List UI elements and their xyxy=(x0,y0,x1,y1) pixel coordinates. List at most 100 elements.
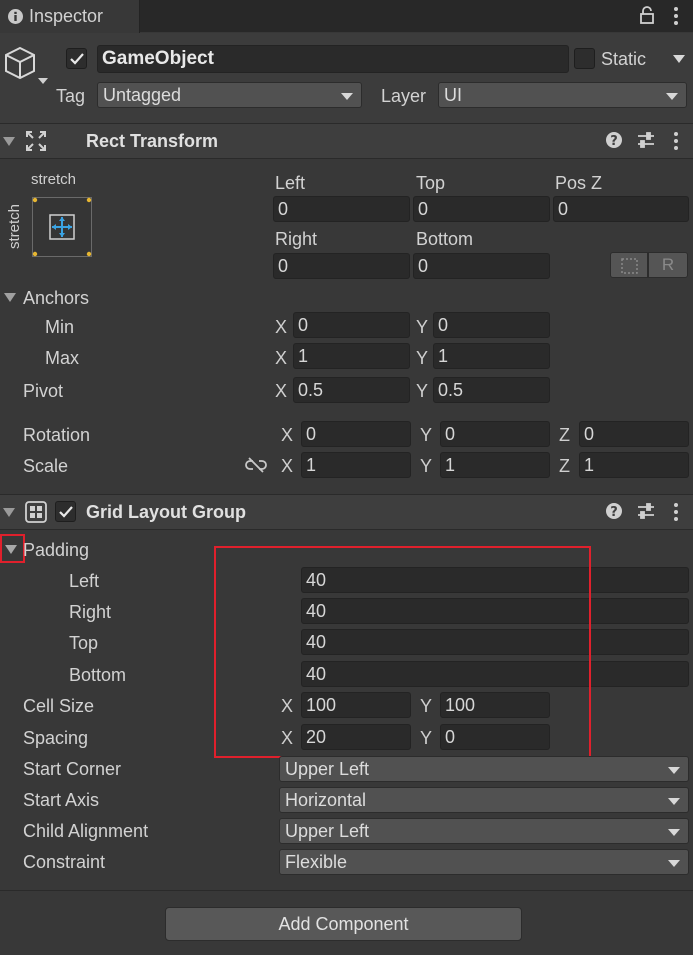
lock-icon[interactable] xyxy=(638,5,656,30)
right-input[interactable]: 0 xyxy=(273,253,410,279)
gameobject-name-input[interactable]: GameObject xyxy=(97,45,569,73)
component-menu-icon[interactable] xyxy=(673,502,679,527)
pivot-y-input[interactable]: 0.5 xyxy=(433,377,550,403)
more-options-icon[interactable] xyxy=(673,6,679,31)
rect-transform-title: Rect Transform xyxy=(86,131,219,151)
layer-dropdown[interactable]: UI xyxy=(438,82,687,108)
add-component-button[interactable]: Add Component xyxy=(165,907,522,941)
rotation-x-axis-label[interactable]: X xyxy=(281,424,293,446)
start-axis-dropdown[interactable]: Horizontal xyxy=(279,787,689,813)
cell-size-label: Cell Size xyxy=(23,696,95,716)
constrain-proportions-icon[interactable] xyxy=(245,456,267,479)
cube-icon[interactable] xyxy=(4,44,48,93)
blueprint-mode-button[interactable] xyxy=(610,252,648,278)
max-label: Max xyxy=(45,348,80,368)
start-corner-dropdown[interactable]: Upper Left xyxy=(279,756,689,782)
raw-edit-label: R xyxy=(661,255,675,274)
constraint-value: Flexible xyxy=(285,852,348,872)
anchors-foldout-icon[interactable] xyxy=(4,293,16,302)
max-y-axis-label[interactable]: Y xyxy=(416,347,428,369)
min-x-input[interactable]: 0 xyxy=(293,312,410,338)
min-x-axis-label[interactable]: X xyxy=(275,316,287,338)
padding-foldout-highlight xyxy=(0,534,25,563)
svg-text:?: ? xyxy=(610,134,618,149)
component-menu-icon[interactable] xyxy=(673,131,679,156)
pivot-label: Pivot xyxy=(23,381,64,401)
start-corner-value: Upper Left xyxy=(285,759,370,779)
info-icon xyxy=(8,9,23,24)
rotation-z-axis-label[interactable]: Z xyxy=(559,424,570,446)
bottom-label: Bottom xyxy=(416,229,474,249)
posz-label: Pos Z xyxy=(555,173,603,193)
posz-input[interactable]: 0 xyxy=(553,196,689,222)
help-icon[interactable]: ? xyxy=(605,131,623,154)
min-y-axis-label[interactable]: Y xyxy=(416,316,428,338)
dashed-rect-icon xyxy=(621,258,638,274)
foldout-arrow-icon[interactable] xyxy=(3,137,15,146)
padding-top-label: Top xyxy=(69,633,99,653)
active-checkbox[interactable] xyxy=(66,48,87,69)
add-component-label: Add Component xyxy=(278,914,409,934)
max-x-input[interactable]: 1 xyxy=(293,343,410,369)
rotation-y-axis-label[interactable]: Y xyxy=(420,424,432,446)
chevron-down-icon xyxy=(666,93,678,100)
chevron-down-icon xyxy=(668,798,680,805)
foldout-arrow-icon[interactable] xyxy=(3,508,15,517)
preset-icon[interactable] xyxy=(636,131,656,154)
static-label: Static xyxy=(601,49,647,69)
scale-z-axis-label[interactable]: Z xyxy=(559,455,570,477)
scale-x-input[interactable]: 1 xyxy=(301,452,411,478)
bottom-input[interactable]: 0 xyxy=(413,253,550,279)
start-axis-value: Horizontal xyxy=(285,790,367,810)
svg-text:?: ? xyxy=(610,505,618,520)
static-checkbox[interactable] xyxy=(574,48,595,69)
max-y-input[interactable]: 1 xyxy=(433,343,550,369)
grid-layout-title: Grid Layout Group xyxy=(86,502,246,522)
scale-z-input[interactable]: 1 xyxy=(579,452,689,478)
child-alignment-dropdown[interactable]: Upper Left xyxy=(279,818,689,844)
inspector-tab-label: Inspector xyxy=(29,6,104,26)
rotation-y-input[interactable]: 0 xyxy=(440,421,550,447)
layer-label: Layer xyxy=(381,86,427,106)
anchor-preset-button[interactable] xyxy=(32,197,92,257)
scale-y-input[interactable]: 1 xyxy=(440,452,550,478)
pivot-x-axis-label[interactable]: X xyxy=(275,380,287,402)
scale-y-axis-label[interactable]: Y xyxy=(420,455,432,477)
chevron-down-icon xyxy=(668,860,680,867)
rotation-x-input[interactable]: 0 xyxy=(301,421,411,447)
tag-dropdown[interactable]: Untagged xyxy=(97,82,362,108)
padding-label[interactable]: Padding xyxy=(23,539,89,561)
start-corner-label: Start Corner xyxy=(23,759,122,779)
child-alignment-value: Upper Left xyxy=(285,821,370,841)
footer-divider xyxy=(0,890,693,891)
raw-edit-button[interactable]: R xyxy=(648,252,688,278)
start-axis-label: Start Axis xyxy=(23,790,100,810)
anchors-label[interactable]: Anchors xyxy=(23,287,89,309)
anchor-preset-v-label: stretch xyxy=(6,203,24,250)
layer-value: UI xyxy=(444,85,462,105)
right-label: Right xyxy=(275,229,318,249)
pivot-x-input[interactable]: 0.5 xyxy=(293,377,410,403)
chevron-down-icon xyxy=(668,829,680,836)
preset-icon[interactable] xyxy=(636,502,656,525)
child-alignment-label: Child Alignment xyxy=(23,821,149,841)
grid-layout-icon xyxy=(25,501,47,528)
constraint-dropdown[interactable]: Flexible xyxy=(279,849,689,875)
spacing-label: Spacing xyxy=(23,728,89,748)
grid-layout-enabled-checkbox[interactable] xyxy=(55,501,76,522)
rect-transform-icon xyxy=(25,130,47,157)
min-y-input[interactable]: 0 xyxy=(433,312,550,338)
static-dropdown-arrow-icon[interactable] xyxy=(673,55,685,63)
help-icon[interactable]: ? xyxy=(605,502,623,525)
max-x-axis-label[interactable]: X xyxy=(275,347,287,369)
inspector-tab[interactable]: Inspector xyxy=(0,0,140,33)
anchor-preset-h-label: stretch xyxy=(31,171,77,188)
scale-x-axis-label[interactable]: X xyxy=(281,455,293,477)
padding-bottom-label: Bottom xyxy=(69,665,127,685)
padding-fields-highlight xyxy=(214,546,591,758)
constraint-label: Constraint xyxy=(23,852,106,872)
rotation-z-input[interactable]: 0 xyxy=(579,421,689,447)
pivot-y-axis-label[interactable]: Y xyxy=(416,380,428,402)
left-input[interactable]: 0 xyxy=(273,196,410,222)
top-input[interactable]: 0 xyxy=(413,196,550,222)
